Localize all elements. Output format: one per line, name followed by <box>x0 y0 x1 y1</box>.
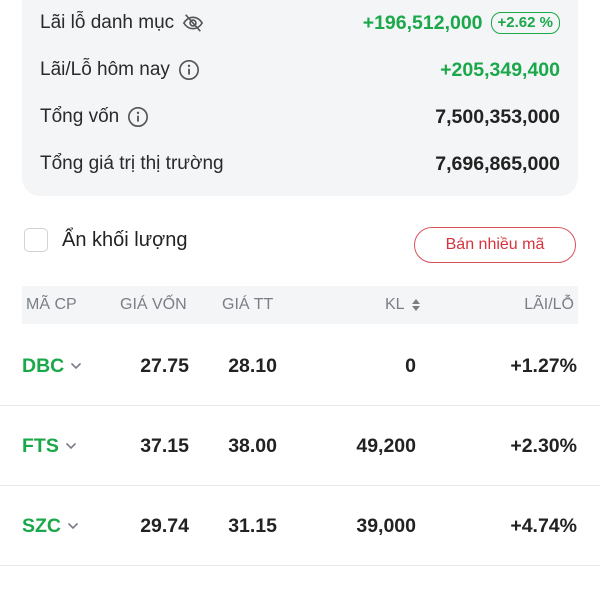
header-volume-sort[interactable]: KL <box>385 286 421 324</box>
symbol-cell[interactable]: SZC <box>22 486 79 566</box>
symbol-text: SZC <box>22 515 61 537</box>
summary-label: Tổng vốn <box>40 106 120 127</box>
holdings-table-header: MÃ CP GIÁ VỐN GIÁ TT KL LÃI/LỖ <box>22 286 578 324</box>
summary-value: 7,696,865,000 <box>435 152 560 175</box>
symbol-text: DBC <box>22 355 65 377</box>
cost-price-cell: 29.74 <box>140 515 189 537</box>
summary-label: Lãi lỗ danh mục <box>40 12 175 33</box>
cost-price-cell: 27.75 <box>140 355 189 377</box>
header-symbol: MÃ CP <box>26 296 77 313</box>
info-icon[interactable] <box>127 106 149 128</box>
chevron-down-icon[interactable] <box>65 442 77 450</box>
sell-multiple-button[interactable]: Bán nhiều mã <box>414 227 576 263</box>
header-cost-price: GIÁ VỐN <box>120 296 187 313</box>
eye-off-icon[interactable] <box>182 12 204 34</box>
summary-value: +205,349,400 <box>440 58 560 81</box>
market-price-cell: 28.10 <box>228 355 277 377</box>
market-price-cell: 38.00 <box>228 435 277 457</box>
pnl-cell: +4.74% <box>510 515 577 537</box>
hide-volume-checkbox[interactable] <box>24 228 48 252</box>
row-divider <box>0 565 600 566</box>
summary-row-market-value: Tổng giá trị thị trường 7,696,865,000 <box>40 149 560 179</box>
table-row[interactable]: DBC 27.75 28.10 0 +1.27% <box>0 326 600 406</box>
info-icon[interactable] <box>178 59 200 81</box>
summary-row-today-pnl: Lãi/Lỗ hôm nay +205,349,400 <box>40 55 560 85</box>
pnl-percent-badge: +2.62 % <box>490 12 560 34</box>
summary-label: Tổng giá trị thị trường <box>40 153 224 174</box>
pnl-cell: +2.30% <box>510 435 577 457</box>
summary-value: +196,512,000 <box>362 11 483 34</box>
hide-volume-label: Ẩn khối lượng <box>62 228 188 251</box>
chevron-down-icon[interactable] <box>70 362 82 370</box>
volume-cell: 49,200 <box>356 435 416 457</box>
header-market-price: GIÁ TT <box>222 296 274 313</box>
portfolio-summary-card: Lãi lỗ danh mục +196,512,000 +2.62 % Lãi… <box>22 0 578 196</box>
header-pnl: LÃI/LỖ <box>524 296 574 313</box>
symbol-cell[interactable]: DBC <box>22 326 82 406</box>
header-volume: KL <box>385 296 405 313</box>
cost-price-cell: 37.15 <box>140 435 189 457</box>
volume-cell: 0 <box>405 355 416 377</box>
summary-row-portfolio-pnl: Lãi lỗ danh mục +196,512,000 +2.62 % <box>40 8 560 38</box>
hide-volume-toggle[interactable]: Ẩn khối lượng <box>24 228 187 252</box>
volume-cell: 39,000 <box>356 515 416 537</box>
summary-row-total-capital: Tổng vốn 7,500,353,000 <box>40 102 560 132</box>
chevron-down-icon[interactable] <box>67 522 79 530</box>
symbol-cell[interactable]: FTS <box>22 406 77 486</box>
market-price-cell: 31.15 <box>228 515 277 537</box>
sort-icon[interactable] <box>411 298 421 312</box>
pnl-cell: +1.27% <box>510 355 577 377</box>
summary-label: Lãi/Lỗ hôm nay <box>40 59 170 80</box>
summary-value: 7,500,353,000 <box>435 105 560 128</box>
table-row[interactable]: FTS 37.15 38.00 49,200 +2.30% <box>0 406 600 486</box>
symbol-text: FTS <box>22 435 59 457</box>
table-row[interactable]: SZC 29.74 31.15 39,000 +4.74% <box>0 486 600 566</box>
